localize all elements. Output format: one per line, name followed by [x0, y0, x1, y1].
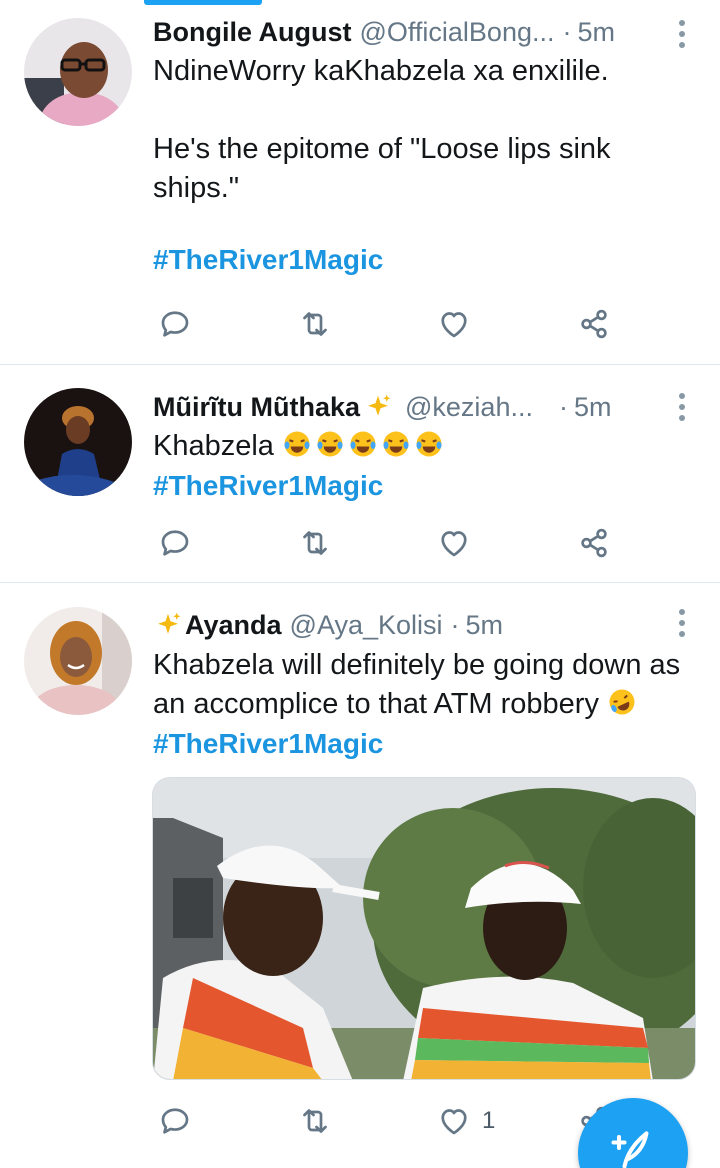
- reply-icon: [161, 311, 189, 337]
- separator: ·: [562, 17, 572, 47]
- reply-button[interactable]: [157, 1101, 193, 1141]
- laughing-emoji-row: [282, 430, 447, 462]
- hashtag-link[interactable]: #TheRiver1Magic: [153, 466, 700, 505]
- retweet-icon: [303, 531, 327, 555]
- timestamp[interactable]: 5m: [574, 387, 612, 427]
- tweet[interactable]: Bongile August @OfficialBong... · 5m Ndi…: [0, 0, 720, 365]
- heart-icon: [441, 312, 467, 338]
- share-icon: [581, 528, 607, 558]
- more-vertical-icon[interactable]: [678, 20, 686, 50]
- tweet-header: Mũirĩtu Mũthaka @keziah... · 5m: [153, 387, 668, 427]
- retweet-button[interactable]: [297, 304, 333, 344]
- timestamp[interactable]: 5m: [466, 605, 504, 645]
- hashtag-link[interactable]: #TheRiver1Magic: [153, 240, 700, 279]
- like-count: 1: [482, 1107, 496, 1134]
- user-handle[interactable]: @OfficialBong...: [359, 12, 554, 52]
- like-button[interactable]: 1: [436, 1101, 495, 1141]
- more-vertical-icon[interactable]: [678, 393, 686, 423]
- heart-icon: [441, 531, 467, 557]
- display-name[interactable]: Ayanda: [185, 605, 282, 645]
- separator: ·: [558, 392, 568, 422]
- sparkles-icon: [368, 394, 391, 416]
- display-name[interactable]: Bongile August: [153, 12, 351, 52]
- share-icon: [581, 309, 607, 339]
- reply-button[interactable]: [157, 523, 193, 563]
- tweet-actions: [153, 304, 643, 344]
- reply-icon: [161, 530, 189, 556]
- tweet-actions: [153, 523, 643, 563]
- more-vertical-icon[interactable]: [678, 609, 686, 639]
- avatar[interactable]: [24, 18, 132, 126]
- avatar[interactable]: [24, 388, 132, 496]
- tweet-header: Ayanda @Aya_Kolisi · 5m: [153, 605, 668, 645]
- share-button[interactable]: [576, 304, 612, 344]
- tweet-body: Khabzela will definitely be going down a…: [153, 646, 700, 763]
- tweet-header: Bongile August @OfficialBong... · 5m: [153, 12, 668, 52]
- share-button[interactable]: [576, 523, 612, 563]
- user-handle[interactable]: @Aya_Kolisi: [290, 605, 443, 645]
- tweet-text: Khabzela will definitely be going down a…: [153, 649, 681, 720]
- compose-tweet-icon: [611, 1131, 649, 1168]
- reply-button[interactable]: [157, 304, 193, 344]
- tweet-text-line: Khabzela: [153, 427, 700, 466]
- tweet-text-line: He's the epitome of "Loose lips sink shi…: [153, 133, 611, 204]
- tweet[interactable]: Mũirĩtu Mũthaka @keziah... · 5m Khabzela…: [0, 365, 720, 583]
- rolling-laughing-icon: [609, 689, 635, 715]
- tweet-body: NdineWorry kaKhabzela xa enxilile. He's …: [153, 52, 700, 279]
- heart-icon: [441, 1109, 467, 1135]
- avatar[interactable]: [24, 607, 132, 715]
- display-name[interactable]: Mũirĩtu Mũthaka: [153, 387, 360, 427]
- tears-of-joy-icon: [317, 431, 343, 457]
- tweet-text-line: NdineWorry kaKhabzela xa enxilile.: [153, 55, 609, 87]
- reply-icon: [161, 1108, 189, 1134]
- tweet-actions: 1: [153, 1101, 643, 1141]
- tweet-media-photo[interactable]: [152, 777, 696, 1080]
- retweet-icon: [303, 1109, 327, 1133]
- tears-of-joy-icon: [383, 431, 409, 457]
- tears-of-joy-icon: [350, 431, 376, 457]
- user-handle[interactable]: @keziah...: [405, 387, 533, 427]
- like-button[interactable]: [436, 523, 472, 563]
- timestamp[interactable]: 5m: [577, 12, 615, 52]
- tears-of-joy-icon: [284, 431, 310, 457]
- tweet-body: Khabzela #TheRiver1Magic: [153, 427, 700, 505]
- tweet-text: Khabzela: [153, 430, 274, 462]
- retweet-button[interactable]: [297, 1101, 333, 1141]
- hashtag-link[interactable]: #TheRiver1Magic: [153, 724, 700, 763]
- tweet-text-line: Khabzela will definitely be going down a…: [153, 646, 700, 724]
- like-button[interactable]: [436, 304, 472, 344]
- separator: ·: [450, 610, 460, 640]
- tears-of-joy-icon: [416, 431, 442, 457]
- sparkles-icon: [158, 612, 181, 634]
- retweet-button[interactable]: [297, 523, 333, 563]
- retweet-icon: [303, 312, 327, 336]
